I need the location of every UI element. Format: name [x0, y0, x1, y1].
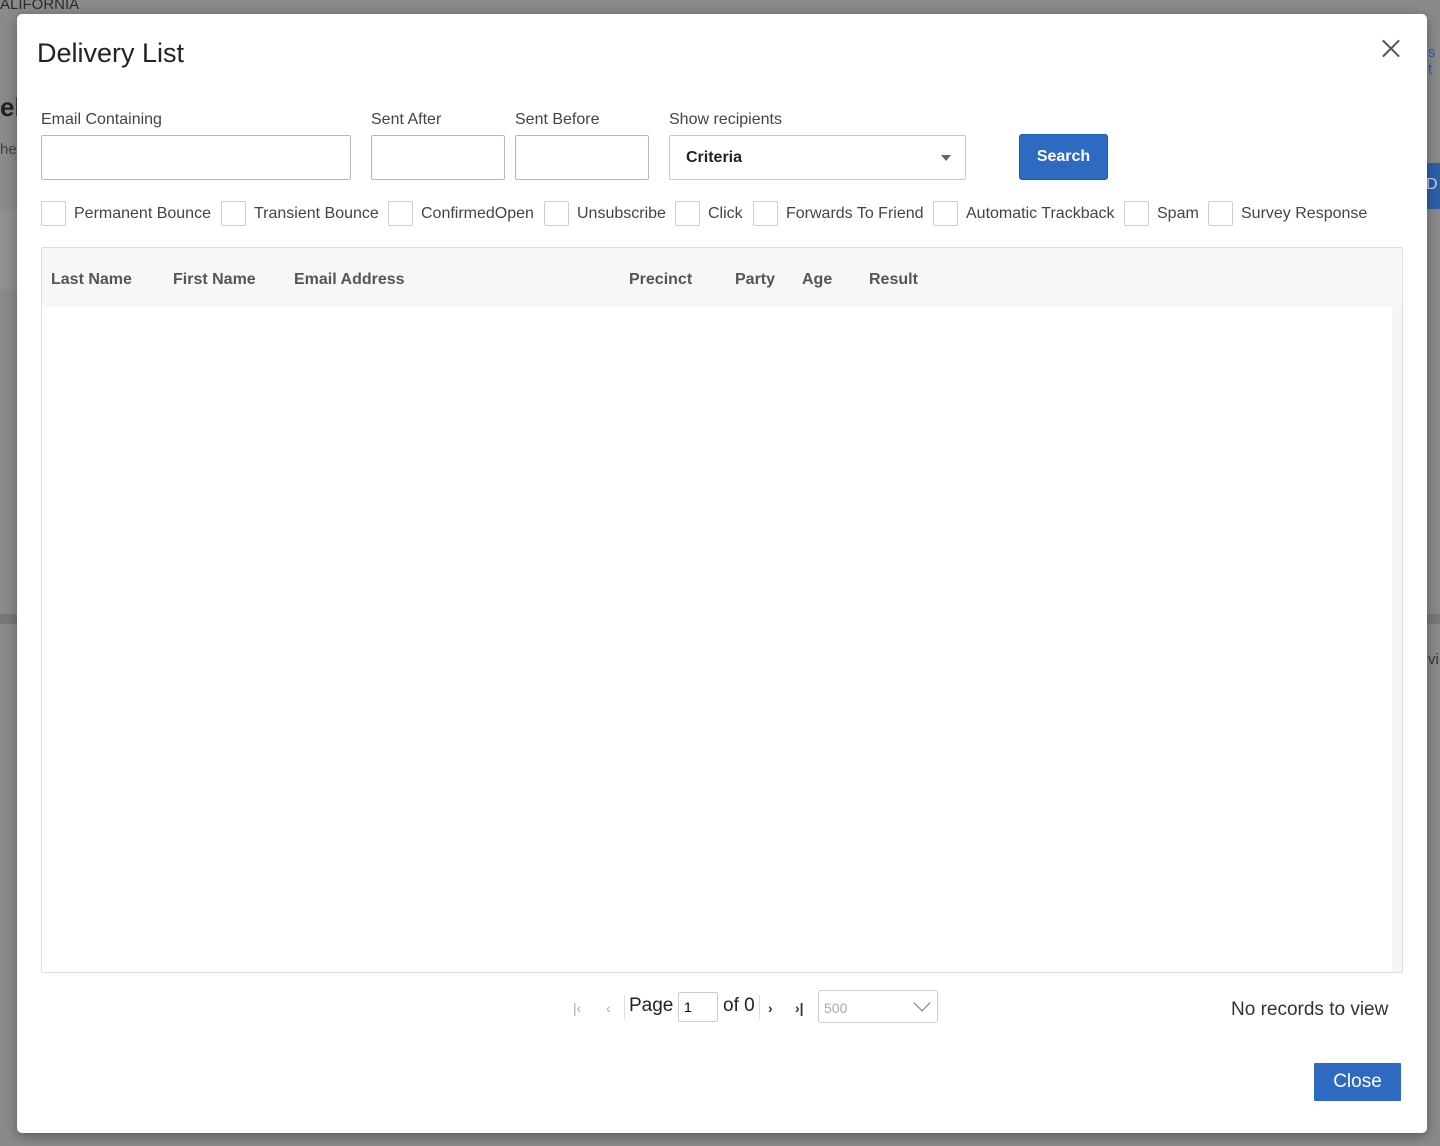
checkbox-label: Survey Response [1241, 205, 1368, 222]
column-header-party[interactable]: Party [735, 271, 775, 289]
checkbox-box[interactable] [675, 201, 700, 226]
chevron-down-icon [913, 994, 931, 1012]
column-header-result[interactable]: Result [869, 271, 918, 289]
background-link-fragment: s t [1428, 44, 1436, 78]
background-divider [0, 614, 18, 624]
recipients-grid: Last Name First Name Email Address Preci… [41, 247, 1403, 973]
column-header-last-name[interactable]: Last Name [51, 271, 132, 289]
page-size-select[interactable]: 500 [818, 990, 938, 1023]
checkbox-box[interactable] [388, 201, 413, 226]
last-page-icon[interactable]: ›| [795, 1000, 804, 1016]
column-header-age[interactable]: Age [802, 271, 832, 289]
checkbox-box[interactable] [1208, 201, 1233, 226]
sent-after-input[interactable] [371, 135, 505, 180]
page-count: of 0 [723, 995, 755, 1016]
grid-body [42, 307, 1392, 972]
grid-header: Last Name First Name Email Address Preci… [42, 248, 1402, 307]
checkbox-label: Transient Bounce [254, 205, 379, 222]
checkbox-label: Click [708, 205, 743, 222]
show-recipients-value: Criteria [686, 149, 743, 166]
background-button-text: D [1426, 176, 1438, 193]
delivery-list-modal: Delivery List Email Containing Sent Afte… [17, 14, 1427, 1133]
background-text-fragment: he [0, 141, 17, 158]
checkbox-label: Unsubscribe [577, 205, 666, 222]
background-text-right: vi [1428, 651, 1439, 668]
email-containing-label: Email Containing [41, 111, 162, 128]
next-page-icon[interactable]: › [768, 1000, 773, 1016]
background-divider-right [1426, 614, 1440, 624]
pager-separator [759, 995, 760, 1019]
search-button[interactable]: Search [1019, 134, 1108, 180]
checkbox-box[interactable] [41, 201, 66, 226]
records-status: No records to view [1231, 999, 1389, 1020]
sent-after-label: Sent After [371, 111, 442, 128]
modal-title: Delivery List [37, 38, 185, 68]
prev-page-icon[interactable]: ‹ [606, 1000, 611, 1016]
show-recipients-label: Show recipients [669, 111, 782, 128]
page-number-input[interactable] [678, 992, 718, 1022]
checkbox-label: Automatic Trackback [966, 205, 1115, 222]
page-label: Page [629, 995, 674, 1016]
column-header-precinct[interactable]: Precinct [629, 271, 692, 289]
pager-separator [624, 995, 625, 1019]
close-button[interactable]: Close [1314, 1063, 1401, 1101]
sent-before-input[interactable] [515, 135, 649, 180]
close-icon[interactable] [1379, 36, 1403, 60]
background-region-text: ALIFORNIA [0, 0, 80, 13]
column-header-email-address[interactable]: Email Address [294, 271, 405, 289]
checkbox-box[interactable] [753, 201, 778, 226]
checkbox-box[interactable] [221, 201, 246, 226]
checkbox-label: ConfirmedOpen [421, 205, 534, 222]
show-recipients-select[interactable]: Criteria [669, 135, 966, 180]
page-size-value: 500 [824, 1000, 848, 1016]
checkbox-box[interactable] [933, 201, 958, 226]
column-header-first-name[interactable]: First Name [173, 271, 256, 289]
grid-scrollbar[interactable] [1392, 307, 1402, 972]
checkbox-label: Permanent Bounce [74, 205, 211, 222]
first-page-icon[interactable]: |‹ [573, 1000, 581, 1016]
caret-down-icon [941, 155, 951, 161]
sent-before-label: Sent Before [515, 111, 600, 128]
checkbox-label: Forwards To Friend [786, 205, 924, 222]
checkbox-box[interactable] [1124, 201, 1149, 226]
checkbox-box[interactable] [544, 201, 569, 226]
checkbox-label: Spam [1157, 205, 1199, 222]
email-containing-input[interactable] [41, 135, 351, 180]
background-panel [0, 209, 18, 289]
